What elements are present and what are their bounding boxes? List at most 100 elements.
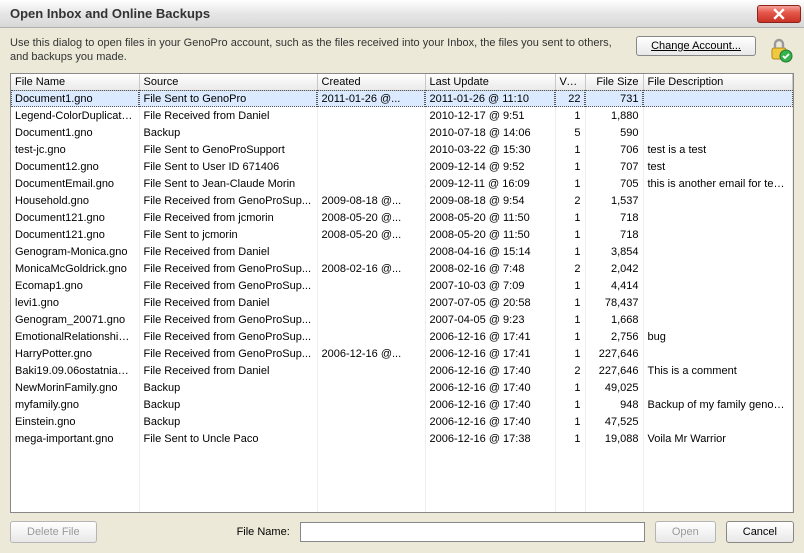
table-header-row[interactable]: File Name Source Created Last Update Ver… [11, 74, 793, 91]
cell-desc [643, 226, 793, 243]
cell-created [317, 158, 425, 175]
cell-source: File Received from Daniel [139, 107, 317, 124]
cell-desc [643, 260, 793, 277]
cell-size: 49,025 [585, 379, 643, 396]
table-row[interactable]: Document1.gnoFile Sent to GenoPro2011-01… [11, 90, 793, 107]
col-created[interactable]: Created [317, 74, 425, 91]
cell-last-update: 2010-03-22 @ 15:30 [425, 141, 555, 158]
cell-version: 1 [555, 379, 585, 396]
table-row[interactable]: Household.gnoFile Received from GenoProS… [11, 192, 793, 209]
table-row[interactable]: mega-important.gnoFile Sent to Uncle Pac… [11, 430, 793, 447]
cell-version: 2 [555, 260, 585, 277]
cell-last-update: 2006-12-16 @ 17:41 [425, 328, 555, 345]
table-row[interactable]: EmotionalRelationship.gnoFile Received f… [11, 328, 793, 345]
cell-source: Backup [139, 396, 317, 413]
col-source[interactable]: Source [139, 74, 317, 91]
table-row[interactable] [11, 498, 793, 513]
cell-created: 2006-12-16 @... [317, 345, 425, 362]
table-row[interactable]: Document121.gnoFile Sent to jcmorin2008-… [11, 226, 793, 243]
table-row[interactable] [11, 481, 793, 498]
cell-size: 731 [585, 90, 643, 107]
table-row[interactable] [11, 464, 793, 481]
cell-created: 2008-05-20 @... [317, 226, 425, 243]
cell-created [317, 447, 425, 464]
cell-created [317, 243, 425, 260]
cell-source [139, 464, 317, 481]
cell-filename: MonicaMcGoldrick.gno [11, 260, 139, 277]
cell-filename: Legend-ColorDuplicates.... [11, 107, 139, 124]
close-button[interactable] [757, 5, 801, 23]
col-last-update[interactable]: Last Update [425, 74, 555, 91]
table-row[interactable]: test-jc.gnoFile Sent to GenoProSupport20… [11, 141, 793, 158]
col-file-desc[interactable]: File Description [643, 74, 793, 91]
table-row[interactable]: Genogram-Monica.gnoFile Received from Da… [11, 243, 793, 260]
table-row[interactable]: Legend-ColorDuplicates....File Received … [11, 107, 793, 124]
table-row[interactable]: Document1.gnoBackup2010-07-18 @ 14:06559… [11, 124, 793, 141]
cell-last-update: 2009-12-14 @ 9:52 [425, 158, 555, 175]
cell-version: 1 [555, 141, 585, 158]
col-filename[interactable]: File Name [11, 74, 139, 91]
cell-created [317, 311, 425, 328]
close-icon [773, 8, 785, 20]
cancel-button[interactable]: Cancel [726, 521, 794, 543]
cell-desc: This is a comment [643, 362, 793, 379]
cell-size: 227,646 [585, 345, 643, 362]
open-button[interactable]: Open [655, 521, 716, 543]
cell-created [317, 175, 425, 192]
cell-version: 1 [555, 345, 585, 362]
cell-size [585, 447, 643, 464]
cell-version: 5 [555, 124, 585, 141]
bottom-bar: Delete File File Name: Open Cancel [0, 513, 804, 551]
cell-version: 1 [555, 311, 585, 328]
table-row[interactable]: Document12.gnoFile Sent to User ID 67140… [11, 158, 793, 175]
cell-version [555, 464, 585, 481]
cell-size: 707 [585, 158, 643, 175]
delete-file-button[interactable]: Delete File [10, 521, 97, 543]
cell-size [585, 464, 643, 481]
change-account-button[interactable]: Change Account... [636, 36, 756, 56]
filename-input[interactable] [300, 522, 645, 542]
cell-source: File Received from Daniel [139, 294, 317, 311]
cell-source: File Received from jcmorin [139, 209, 317, 226]
cell-last-update [425, 464, 555, 481]
cell-size: 718 [585, 226, 643, 243]
titlebar: Open Inbox and Online Backups [0, 0, 804, 28]
table-row[interactable]: DocumentEmail.gnoFile Sent to Jean-Claud… [11, 175, 793, 192]
cell-created: 2011-01-26 @... [317, 90, 425, 107]
cell-last-update: 2008-02-16 @ 7:48 [425, 260, 555, 277]
lock-icon [766, 36, 794, 64]
table-row[interactable]: MonicaMcGoldrick.gnoFile Received from G… [11, 260, 793, 277]
table-row[interactable]: HarryPotter.gnoFile Received from GenoPr… [11, 345, 793, 362]
cell-desc [643, 124, 793, 141]
cell-size: 3,854 [585, 243, 643, 260]
cell-last-update [425, 447, 555, 464]
col-file-size[interactable]: File Size [585, 74, 643, 91]
table-row[interactable]: Genogram_20071.gnoFile Received from Gen… [11, 311, 793, 328]
cell-size: 227,646 [585, 362, 643, 379]
cell-filename: Ecomap1.gno [11, 277, 139, 294]
table-row[interactable]: NewMorinFamily.gnoBackup2006-12-16 @ 17:… [11, 379, 793, 396]
cell-desc [643, 481, 793, 498]
file-table[interactable]: File Name Source Created Last Update Ver… [10, 73, 794, 513]
cell-filename: Document121.gno [11, 226, 139, 243]
table-row[interactable]: Ecomap1.gnoFile Received from GenoProSup… [11, 277, 793, 294]
cell-desc [643, 243, 793, 260]
table-row[interactable]: levi1.gnoFile Received from Daniel2007-0… [11, 294, 793, 311]
cell-last-update: 2009-08-18 @ 9:54 [425, 192, 555, 209]
cell-version: 1 [555, 243, 585, 260]
cell-size: 47,525 [585, 413, 643, 430]
cell-filename: myfamily.gno [11, 396, 139, 413]
cell-created [317, 396, 425, 413]
table-row[interactable]: Document121.gnoFile Received from jcmori… [11, 209, 793, 226]
table-row[interactable]: myfamily.gnoBackup2006-12-16 @ 17:401948… [11, 396, 793, 413]
cell-desc [643, 90, 793, 107]
cell-filename: Einstein.gno [11, 413, 139, 430]
table-row[interactable]: Baki19.09.06ostatniaWe...File Received f… [11, 362, 793, 379]
table-row[interactable] [11, 447, 793, 464]
table-row[interactable]: Einstein.gnoBackup2006-12-16 @ 17:40147,… [11, 413, 793, 430]
col-version[interactable]: Ver... [555, 74, 585, 91]
cell-filename [11, 481, 139, 498]
cell-version [555, 481, 585, 498]
cell-size: 1,668 [585, 311, 643, 328]
cell-source: File Sent to GenoProSupport [139, 141, 317, 158]
